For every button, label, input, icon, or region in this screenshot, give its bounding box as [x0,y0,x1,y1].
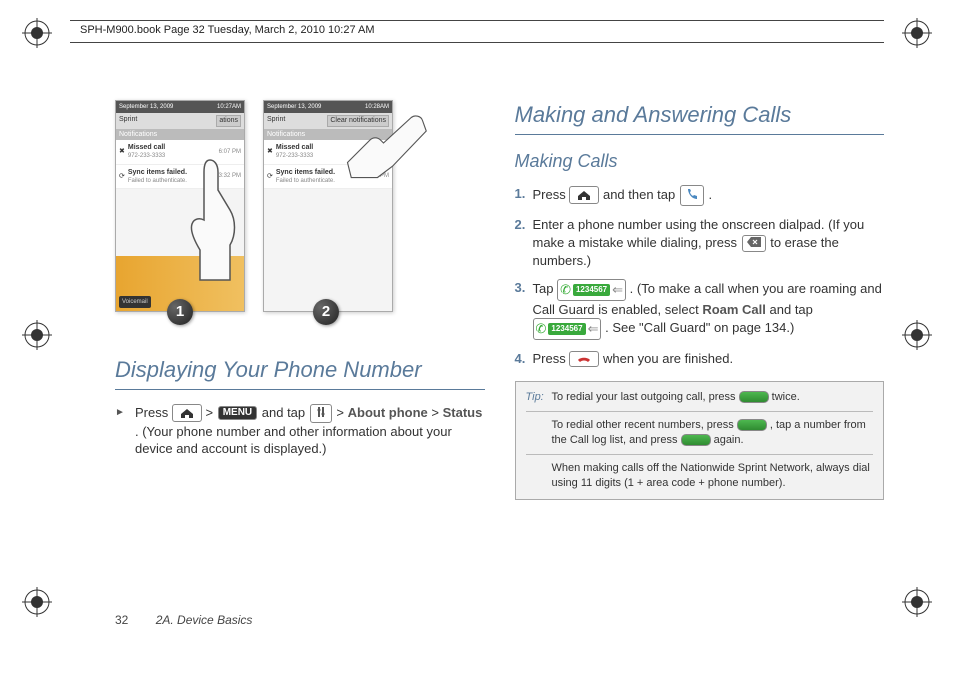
missed-call-icon: ✖ [119,147,125,156]
sync-fail-icon: ⟳ [119,172,125,181]
screenshot-figure: September 13, 2009 10:27AM Sprint ations N… [115,100,485,325]
step-badge-2: 2 [313,299,339,325]
tip-text: When making calls off the Nationwide Spr… [552,462,870,489]
steps-list: Press and then tap . Enter a phone numbe… [515,185,885,367]
section-label: 2A. Device Basics [156,613,253,627]
page-footer: 32 2A. Device Basics [115,613,252,627]
step-text: . (Your phone number and other informati… [135,424,452,457]
pointing-hand-icon [340,95,430,205]
step-text: and tap [770,302,813,317]
step-text: Press [533,187,570,202]
step-text: and then tap [603,187,679,202]
step-text: > [336,405,347,420]
crop-mark-icon [902,587,932,617]
call-key-icon [681,434,711,446]
step-2: Enter a phone number using the onscreen … [515,216,885,269]
step-3: Tap ✆1234567⇐ . (To make a call when you… [515,279,885,340]
clear-notifications-button: ations [216,115,241,126]
voicemail-widget: Voicemail [119,296,151,308]
carrier-label: Sprint [119,115,137,126]
section-heading-display-number: Displaying Your Phone Number [115,355,485,390]
page-header-text: SPH-M900.book Page 32 Tuesday, March 2, … [80,24,375,36]
step-text: when you are finished. [603,351,733,366]
step-4: Press when you are finished. [515,350,885,368]
step-text: . See "Call Guard" on page 134.) [605,320,794,335]
crop-mark-icon [902,320,932,350]
home-key-icon [569,186,599,204]
tip-text: To redial your last outgoing call, press [552,391,739,403]
crop-mark-icon [22,18,52,48]
status-time: 10:27AM [217,103,241,111]
notification-title: Missed call [128,144,165,151]
tip-text: To redial other recent numbers, press [552,419,737,431]
notifications-header: Notifications [116,129,244,140]
dialer-key-icon [680,185,704,206]
step-text: Press [533,351,570,366]
notification-title: Missed call [276,144,313,151]
call-number-label: 1234567 [573,284,610,297]
page-number: 32 [115,613,128,627]
call-button-icon: ✆1234567⇐ [557,279,626,301]
status-date: September 13, 2009 [267,103,321,111]
step-1: Press and then tap . [515,185,885,206]
home-key-icon [172,404,202,422]
step-badge-1: 1 [167,299,193,325]
settings-key-icon [310,404,332,423]
tip-label: Tip: [526,390,544,405]
backspace-key-icon [742,235,766,252]
end-call-key-icon [569,351,599,367]
step-text: > [205,405,216,420]
carrier-label: Sprint [267,115,285,126]
header-rule-top [70,20,884,21]
crop-mark-icon [22,587,52,617]
crop-mark-icon [902,18,932,48]
notification-title: Sync items failed. [276,169,335,176]
crop-mark-icon [22,320,52,350]
status-label: Status [443,405,483,420]
tip-row: To redial other recent numbers, press , … [526,418,874,448]
tip-row: When making calls off the Nationwide Spr… [526,461,874,491]
section-heading-making-calls: Making and Answering Calls [515,100,885,135]
call-button-icon: ✆1234567⇐ [533,318,602,340]
step-text: Tap [533,281,558,296]
step-text: > [431,405,442,420]
tip-row: Tip: To redial your last outgoing call, … [526,390,874,405]
tip-text: again. [714,434,744,446]
step-text: Press [135,405,172,420]
step-text: . [709,187,713,202]
menu-key-icon: MENU [218,406,257,420]
tip-text: twice. [772,391,800,403]
call-key-icon [739,391,769,403]
right-column: Making and Answering Calls Making Calls … [515,100,885,602]
missed-call-icon: ✖ [267,147,273,156]
tip-box: Tip: To redial your last outgoing call, … [515,381,885,499]
call-number-label: 1234567 [548,323,585,336]
pointing-hand-icon [170,150,260,260]
status-date: September 13, 2009 [119,103,173,111]
instruction-step: Press > MENU and tap > About phone > Sta… [115,404,485,458]
tip-divider [526,411,874,412]
roam-call-label: Roam Call [702,302,766,317]
step-text: and tap [262,405,309,420]
about-phone-label: About phone [348,405,428,420]
call-key-icon [737,419,767,431]
header-rule-bottom [70,42,884,43]
tip-divider [526,454,874,455]
subsection-heading: Making Calls [515,149,885,173]
sync-fail-icon: ⟳ [267,172,273,181]
left-column: September 13, 2009 10:27AM Sprint ations N… [115,100,485,602]
